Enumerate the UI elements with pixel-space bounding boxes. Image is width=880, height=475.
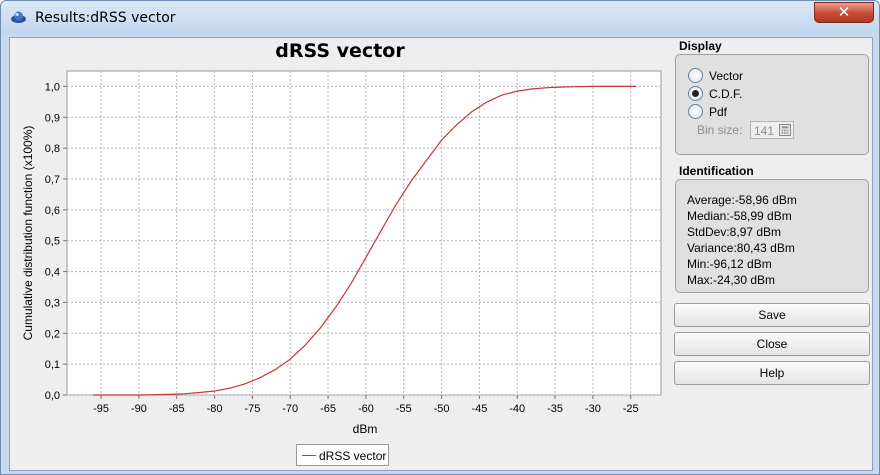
- y-tick-label: 0,8: [45, 143, 60, 155]
- y-tick-label: 0,1: [45, 359, 60, 371]
- x-tick-label: -75: [244, 403, 260, 415]
- radio-vector-label[interactable]: Vector: [709, 69, 743, 83]
- x-tick-label: -45: [471, 403, 487, 415]
- radio-vector[interactable]: [688, 68, 703, 83]
- close-icon: ✕: [837, 3, 851, 21]
- close-button[interactable]: Close: [674, 332, 870, 356]
- display-group-title: Display: [679, 39, 722, 53]
- bin-size-value: 141: [754, 124, 775, 138]
- x-tick-label: -50: [434, 403, 450, 415]
- window-title: Results:dRSS vector: [35, 10, 176, 26]
- x-tick-label: -30: [585, 403, 601, 415]
- stat-median: Median:-58,99 dBm: [687, 209, 792, 223]
- title-bar[interactable]: Results:dRSS vector ✕: [1, 1, 879, 34]
- x-tick-label: -65: [320, 403, 336, 415]
- x-tick-label: -70: [282, 403, 298, 415]
- results-window: Results:dRSS vector ✕ dRSS vector -95 -90…: [0, 0, 880, 475]
- chart-legend: dRSS vector: [296, 444, 389, 466]
- display-group: Vector C.D.F. Pdf Bin size: 141: [675, 54, 869, 155]
- x-tick-label: -85: [169, 403, 185, 415]
- stat-stddev: StdDev:8,97 dBm: [687, 225, 782, 239]
- dialog-content: dRSS vector -95 -90 -85 -80 -75 -70 -65 -60 -55-…: [9, 37, 873, 471]
- y-axis-label: Cumulative distribution function (x100%): [21, 126, 35, 341]
- radio-pdf[interactable]: [688, 104, 703, 119]
- plot-area: [66, 70, 662, 396]
- radio-cdf[interactable]: [688, 86, 703, 101]
- x-tick-label: -25: [623, 403, 639, 415]
- identification-group: Average:-58,96 dBm Median:-58,99 dBm Std…: [675, 179, 869, 293]
- save-button[interactable]: Save: [674, 303, 870, 327]
- y-tick-label: 1,0: [45, 81, 60, 93]
- radio-selected-dot: [692, 90, 699, 97]
- radio-pdf-label[interactable]: Pdf: [709, 105, 727, 119]
- bin-size-label: Bin size:: [697, 123, 743, 137]
- y-tick-label: 0,5: [45, 236, 60, 248]
- x-tick-label: -60: [358, 403, 374, 415]
- x-tick-label: -90: [131, 403, 147, 415]
- stat-average: Average:-58,96 dBm: [687, 193, 797, 207]
- y-tick-label: 0,3: [45, 297, 60, 309]
- radio-cdf-label[interactable]: C.D.F.: [709, 87, 742, 101]
- x-tick-label: -95: [93, 403, 109, 415]
- y-tick-label: 0,2: [45, 328, 60, 340]
- help-button[interactable]: Help: [674, 361, 870, 385]
- legend-swatch: [302, 455, 316, 456]
- x-axis-label: dBm: [353, 422, 378, 436]
- y-tick-label: 0,7: [45, 174, 60, 186]
- bin-size-input[interactable]: 141: [750, 121, 794, 139]
- window-close-button[interactable]: ✕: [814, 2, 874, 23]
- y-tick-label: 0,6: [45, 205, 60, 217]
- x-tick-label: -40: [509, 403, 525, 415]
- cdf-chart: -95 -90 -85 -80 -75 -70 -65 -60 -55 -50 -45 -40 -35 -…: [21, 70, 662, 436]
- x-tick-label: -35: [547, 403, 563, 415]
- y-tick-label: 0,4: [45, 267, 60, 279]
- stat-min: Min:-96,12 dBm: [687, 257, 772, 271]
- y-tick-label: 0,0: [45, 390, 60, 402]
- y-tick-label: 0,9: [45, 112, 60, 124]
- stat-variance: Variance:80,43 dBm: [687, 241, 795, 255]
- legend-label: dRSS vector: [319, 449, 387, 463]
- x-tick-label: -80: [207, 403, 223, 415]
- app-icon: [11, 11, 26, 23]
- calculator-icon[interactable]: [779, 124, 791, 136]
- identification-group-title: Identification: [679, 164, 754, 178]
- x-tick-label: -55: [396, 403, 412, 415]
- stat-max: Max:-24,30 dBm: [687, 273, 776, 287]
